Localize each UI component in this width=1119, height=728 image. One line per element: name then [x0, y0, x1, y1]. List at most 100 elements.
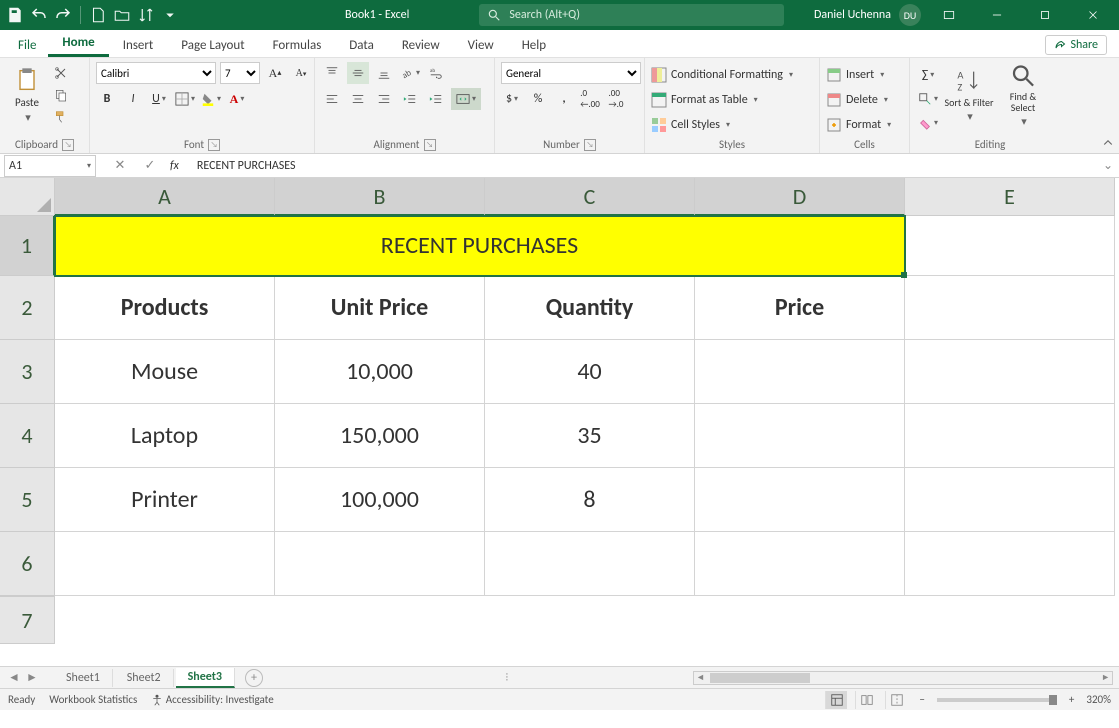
col-header-b[interactable]: B	[275, 178, 485, 216]
col-header-a[interactable]: A	[55, 178, 275, 216]
row-header-7[interactable]: 7	[0, 596, 55, 644]
cell-a2[interactable]: Products	[55, 276, 275, 340]
cell-a5[interactable]: Printer	[55, 468, 275, 532]
increase-indent-icon[interactable]	[425, 88, 447, 110]
sheet-tab-2[interactable]: Sheet2	[115, 669, 174, 687]
zoom-slider[interactable]	[937, 698, 1057, 702]
horizontal-scrollbar[interactable]: ◄ ►	[693, 671, 1113, 685]
accessibility-status[interactable]: Accessibility: Investigate	[151, 693, 273, 706]
format-cells-button[interactable]: Format▾	[826, 114, 891, 136]
cell-e3[interactable]	[905, 340, 1115, 404]
tab-scroll-split[interactable]: ⁝	[505, 670, 509, 685]
comma-format-icon[interactable]: ,	[553, 88, 575, 110]
fx-icon[interactable]: fx	[170, 159, 179, 173]
cell-a6[interactable]	[55, 532, 275, 596]
cell-b5[interactable]: 100,000	[275, 468, 485, 532]
increase-font-icon[interactable]: A▴	[264, 62, 286, 84]
copy-icon[interactable]	[52, 86, 70, 104]
undo-icon[interactable]	[30, 6, 48, 24]
cell-e1[interactable]	[905, 216, 1115, 276]
page-layout-view-icon[interactable]	[855, 691, 877, 709]
close-icon[interactable]	[1073, 0, 1113, 30]
cancel-formula-icon[interactable]: ✕	[110, 156, 130, 176]
cut-icon[interactable]	[52, 64, 70, 82]
cell-b2[interactable]: Unit Price	[275, 276, 485, 340]
decrease-indent-icon[interactable]	[399, 88, 421, 110]
qat-customize-icon[interactable]	[161, 6, 179, 24]
clipboard-launcher-icon[interactable]: ↘	[62, 139, 74, 151]
align-top-icon[interactable]	[321, 62, 343, 84]
number-format-combo[interactable]: General	[501, 62, 641, 84]
page-break-view-icon[interactable]	[885, 691, 907, 709]
row-header-6[interactable]: 6	[0, 532, 55, 596]
add-sheet-icon[interactable]: +	[245, 669, 263, 687]
workbook-statistics[interactable]: Workbook Statistics	[49, 693, 137, 706]
bold-button[interactable]: B	[96, 88, 118, 110]
zoom-in-icon[interactable]: +	[1065, 693, 1078, 706]
col-header-d[interactable]: D	[695, 178, 905, 216]
format-painter-icon[interactable]	[52, 108, 70, 126]
share-button[interactable]: Share	[1045, 35, 1107, 55]
sort-icon[interactable]	[137, 6, 155, 24]
orientation-icon[interactable]: ab▾	[399, 62, 421, 84]
zoom-level[interactable]: 320%	[1086, 693, 1111, 706]
redo-icon[interactable]	[54, 6, 72, 24]
sheet-tab-1[interactable]: Sheet1	[54, 669, 113, 687]
cell-c5[interactable]: 8	[485, 468, 695, 532]
cell-b6[interactable]	[275, 532, 485, 596]
fill-icon[interactable]: ▾	[916, 90, 940, 108]
row-header-3[interactable]: 3	[0, 340, 55, 404]
underline-button[interactable]: U▾	[148, 88, 170, 110]
tab-home[interactable]: Home	[48, 31, 108, 57]
align-center-icon[interactable]	[347, 88, 369, 110]
tab-page-layout[interactable]: Page Layout	[167, 34, 258, 57]
cell-d4[interactable]	[695, 404, 905, 468]
minimize-icon[interactable]	[977, 0, 1017, 30]
tab-formulas[interactable]: Formulas	[259, 34, 336, 57]
cell-b4[interactable]: 150,000	[275, 404, 485, 468]
row-header-2[interactable]: 2	[0, 276, 55, 340]
save-icon[interactable]	[6, 6, 24, 24]
cell-d6[interactable]	[695, 532, 905, 596]
cell-c3[interactable]: 40	[485, 340, 695, 404]
cell-c2[interactable]: Quantity	[485, 276, 695, 340]
clear-icon[interactable]: ▾	[916, 114, 940, 132]
normal-view-icon[interactable]	[825, 691, 847, 709]
cell-e5[interactable]	[905, 468, 1115, 532]
conditional-formatting-button[interactable]: Conditional Formatting▾	[651, 64, 793, 86]
wrap-text-icon[interactable]: ab	[425, 62, 447, 84]
enter-formula-icon[interactable]: ✓	[140, 156, 160, 176]
number-launcher-icon[interactable]: ↘	[584, 139, 596, 151]
zoom-out-icon[interactable]: −	[915, 693, 928, 706]
maximize-icon[interactable]	[1025, 0, 1065, 30]
expand-formula-bar-icon[interactable]: ⌄	[1103, 158, 1119, 173]
cell-e4[interactable]	[905, 404, 1115, 468]
tab-help[interactable]: Help	[508, 34, 560, 57]
format-as-table-button[interactable]: Format as Table▾	[651, 89, 758, 111]
decrease-font-icon[interactable]: A▾	[290, 62, 312, 84]
tab-review[interactable]: Review	[388, 34, 454, 57]
worksheet-grid[interactable]: A B C D E 1 2 3 4 5 6 7 RECENT PURCHASES…	[0, 178, 1119, 666]
cell-e6[interactable]	[905, 532, 1115, 596]
formula-input[interactable]: RECENT PURCHASES	[197, 159, 296, 173]
collapse-ribbon-icon[interactable]	[1097, 58, 1119, 154]
cell-d5[interactable]	[695, 468, 905, 532]
new-file-icon[interactable]	[89, 6, 107, 24]
ribbon-display-options-icon[interactable]	[929, 0, 969, 30]
increase-decimal-icon[interactable]: .0←.00	[579, 88, 601, 110]
autosum-icon[interactable]: ∑▾	[916, 66, 940, 84]
fill-color-button[interactable]: ▾	[200, 88, 222, 110]
tab-view[interactable]: View	[454, 34, 508, 57]
align-bottom-icon[interactable]	[373, 62, 395, 84]
decrease-decimal-icon[interactable]: .00→.0	[605, 88, 627, 110]
col-header-c[interactable]: C	[485, 178, 695, 216]
find-select-button[interactable]: Find & Select▾	[998, 62, 1048, 128]
align-left-icon[interactable]	[321, 88, 343, 110]
sheet-tab-3[interactable]: Sheet3	[176, 668, 235, 688]
merge-center-button[interactable]: ▾	[451, 88, 481, 110]
row-header-5[interactable]: 5	[0, 468, 55, 532]
align-middle-icon[interactable]	[347, 62, 369, 84]
file-tab[interactable]: File	[6, 34, 48, 57]
tab-insert[interactable]: Insert	[109, 34, 168, 57]
open-file-icon[interactable]	[113, 6, 131, 24]
